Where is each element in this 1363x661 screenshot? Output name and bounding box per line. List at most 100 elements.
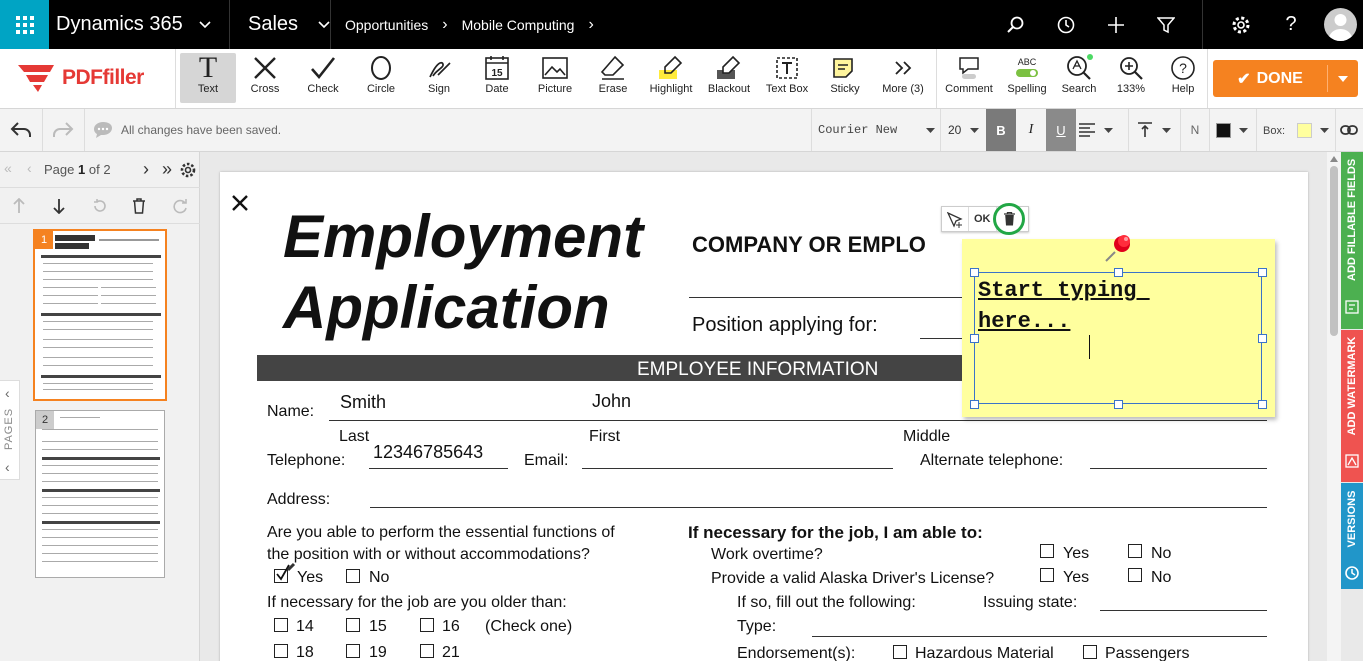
settings-button[interactable] — [1221, 0, 1261, 49]
page-thumbnail[interactable]: 1 — [33, 229, 167, 401]
avatar[interactable] — [1324, 8, 1357, 41]
done-dropdown-caret[interactable] — [1328, 60, 1358, 97]
tool-help[interactable]: ? Help — [1155, 53, 1211, 103]
tool-picture[interactable]: Picture — [527, 53, 583, 103]
tool-zoom[interactable]: 133% — [1103, 53, 1159, 103]
tool-cross[interactable]: Cross — [237, 53, 293, 103]
done-button[interactable]: ✔ DONE — [1213, 60, 1358, 97]
bold-button[interactable]: B — [986, 109, 1016, 151]
issuing-state-input[interactable] — [1100, 610, 1267, 611]
tool-spelling[interactable]: ABC Spelling — [999, 53, 1055, 103]
resize-handle[interactable] — [1258, 334, 1267, 343]
tool-text[interactable]: T Text — [180, 53, 236, 103]
move-up-icon[interactable] — [12, 198, 26, 214]
recent-button[interactable] — [1046, 0, 1086, 49]
age-21-checkbox[interactable] — [420, 644, 434, 658]
last-name-value[interactable]: Smith — [340, 392, 386, 413]
type-input[interactable] — [812, 636, 1267, 637]
valign-select[interactable] — [1136, 122, 1171, 138]
trash-icon[interactable] — [132, 198, 146, 214]
move-cursor-icon[interactable] — [947, 212, 963, 228]
age-14-checkbox[interactable] — [274, 618, 288, 632]
tool-search[interactable]: Search — [1051, 53, 1107, 103]
add-fillable-fields-tab[interactable]: ADD FILLABLE FIELDS — [1341, 152, 1363, 329]
font-family-select[interactable]: Courier New — [812, 109, 940, 151]
age-18-checkbox[interactable] — [274, 644, 288, 658]
telephone-value[interactable]: 12346785643 — [373, 442, 483, 463]
app-launcher-button[interactable] — [0, 0, 49, 49]
tool-sticky[interactable]: Sticky — [817, 53, 873, 103]
breadcrumb-record[interactable]: Mobile Computing — [462, 17, 575, 33]
next-page-button[interactable]: › — [143, 160, 149, 178]
italic-button[interactable]: I — [1016, 109, 1046, 151]
add-watermark-tab[interactable]: ADD WATERMARK — [1341, 330, 1363, 482]
underline-button[interactable]: U — [1046, 109, 1076, 151]
sticky-text-input[interactable]: Start typing here... — [978, 275, 1150, 337]
scroll-up-icon[interactable] — [1330, 156, 1338, 162]
text-color-select[interactable] — [1216, 123, 1248, 138]
tool-date[interactable]: 15 Date — [469, 53, 525, 103]
undo-button[interactable] — [10, 121, 32, 144]
tool-comment[interactable]: Comment — [941, 53, 997, 103]
age-15-checkbox[interactable] — [346, 618, 360, 632]
refresh-icon[interactable] — [172, 198, 188, 214]
vertical-scrollbar[interactable] — [1327, 152, 1341, 661]
sticky-delete-button[interactable] — [993, 203, 1025, 235]
redo-button[interactable] — [52, 121, 74, 144]
prev-page-button[interactable]: ‹ — [27, 160, 32, 176]
alt-phone-input[interactable] — [1090, 468, 1267, 469]
first-name-value[interactable]: John — [592, 391, 631, 412]
circle-icon — [369, 53, 393, 83]
email-input[interactable] — [582, 468, 893, 469]
tool-more[interactable]: More (3) — [875, 53, 931, 103]
overtime-no-checkbox[interactable] — [1128, 544, 1142, 558]
license-yes-checkbox[interactable] — [1040, 568, 1054, 582]
tool-highlight[interactable]: Highlight — [643, 53, 699, 103]
tool-erase[interactable]: Erase — [585, 53, 641, 103]
resize-handle[interactable] — [1258, 268, 1267, 277]
tool-blackout[interactable]: Blackout — [701, 53, 757, 103]
font-size-select[interactable]: 20 — [941, 109, 985, 151]
versions-tab[interactable]: VERSIONS — [1341, 483, 1363, 589]
create-button[interactable] — [1096, 0, 1136, 49]
search-button[interactable] — [996, 0, 1036, 49]
passengers-checkbox[interactable] — [1083, 645, 1097, 659]
resize-handle[interactable] — [970, 400, 979, 409]
close-x-icon[interactable] — [231, 194, 249, 212]
filter-button[interactable] — [1146, 0, 1186, 49]
sticky-note[interactable]: Start typing here... — [962, 235, 1275, 417]
resize-handle[interactable] — [1114, 400, 1123, 409]
hazardous-checkbox[interactable] — [893, 645, 907, 659]
sticky-ok-button[interactable]: OK — [974, 213, 991, 225]
page-settings-button[interactable] — [180, 162, 196, 183]
tool-text-box[interactable]: Text Box — [759, 53, 815, 103]
essential-yes-checkbox[interactable] — [274, 562, 296, 583]
box-color-select[interactable]: Box: — [1263, 123, 1330, 138]
address-input[interactable] — [370, 507, 1267, 508]
page-thumbnail[interactable]: 2 — [35, 410, 165, 578]
tool-circle[interactable]: Circle — [353, 53, 409, 103]
tool-sign[interactable]: Sign — [411, 53, 467, 103]
first-page-button[interactable]: « — [4, 160, 12, 176]
help-button[interactable]: ? — [1271, 0, 1311, 49]
current-page[interactable]: 1 — [78, 162, 85, 177]
resize-handle[interactable] — [1258, 400, 1267, 409]
tool-check[interactable]: Check — [295, 53, 351, 103]
scroll-thumb[interactable] — [1330, 166, 1338, 336]
essential-no-checkbox[interactable] — [346, 569, 360, 583]
pages-tab[interactable]: ‹ PAGES ‹ — [0, 380, 20, 480]
age-19-checkbox[interactable] — [346, 644, 360, 658]
move-down-icon[interactable] — [52, 198, 66, 214]
last-page-button[interactable]: » — [162, 160, 172, 178]
align-select[interactable] — [1078, 122, 1113, 138]
rotate-icon[interactable] — [92, 198, 108, 214]
chevron-left-icon: ‹ — [5, 459, 10, 475]
age-16-checkbox[interactable] — [420, 618, 434, 632]
module-menu[interactable]: Sales — [248, 0, 330, 49]
app-name-menu[interactable]: Dynamics 365 — [56, 0, 211, 49]
overtime-yes-checkbox[interactable] — [1040, 544, 1054, 558]
breadcrumb-opportunities[interactable]: Opportunities — [345, 17, 428, 33]
link-button[interactable] — [1340, 123, 1358, 141]
license-no-checkbox[interactable] — [1128, 568, 1142, 582]
normal-text-button[interactable]: N — [1181, 109, 1209, 151]
